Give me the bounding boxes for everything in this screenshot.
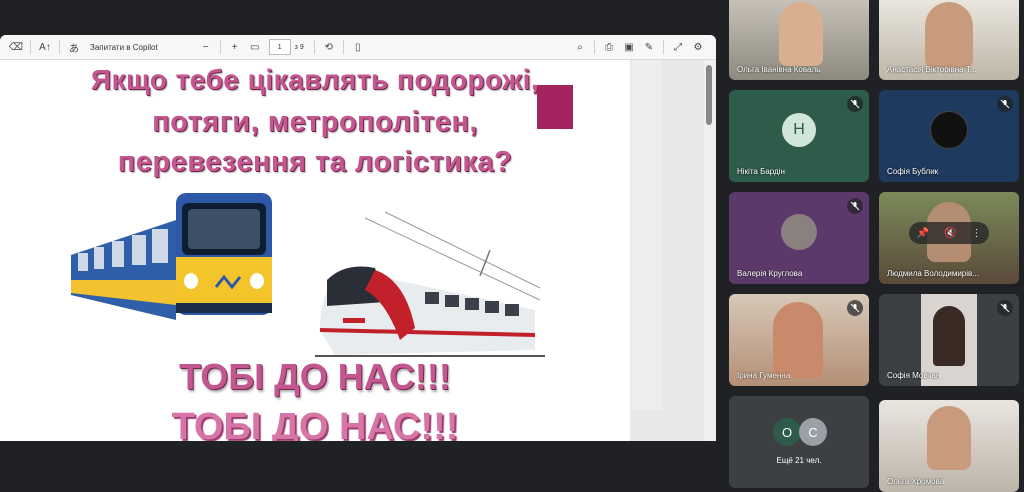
participant-name: Ольга Хромова [887,477,945,486]
toolbar-divider [30,40,31,54]
mic-off-icon [847,96,863,112]
translate-icon[interactable]: あ [64,37,84,57]
participant-tile[interactable]: Анастасія Вікторівна Т... [879,0,1019,80]
participant-name: Нікіта Бардін [737,167,785,176]
slide-headline-line2: потяги, метрополітен, [152,106,478,138]
participant-tile[interactable]: Софія Мовчан [879,294,1019,386]
read-aloud-icon[interactable]: A↑ [35,37,55,57]
rotate-icon[interactable]: ⟲ [319,37,339,57]
mute-icon[interactable]: 🔇 [944,228,956,239]
participant-name: Ірина Гуменна [737,371,791,380]
page-number-input[interactable]: 1 [268,39,291,55]
participant-video [779,2,823,66]
toolbar-divider [313,40,315,54]
settings-gear-icon[interactable]: ⚙ [688,37,708,57]
save-as-icon[interactable]: ✎ [639,37,659,57]
participant-name: Софія Бублик [887,167,939,176]
slide-callout: ТОБІ ДО НАС!!! [179,356,451,397]
participant-tile[interactable]: Ольга Хромова [879,400,1019,492]
participant-tile[interactable]: Ольга Іванівна Коваль [729,0,869,80]
pdf-page: Якщо тебе цікавлять подорожі, потяги, ме… [0,60,630,441]
participant-grid: Ольга Іванівна Коваль Анастасія Вікторів… [722,0,1024,492]
participant-tile[interactable]: Н Нікіта Бардін [729,90,869,182]
participant-tile[interactable]: Валерія Круглова [729,192,869,284]
participant-name: Ольга Іванівна Коваль [737,65,821,74]
slide-headline-line3: перевезення та логістика? [117,146,513,178]
participant-tile[interactable]: Софія Бублик [879,90,1019,182]
side-panel [632,60,662,410]
mic-off-icon [847,198,863,214]
pdf-viewer-window: ⌫ A↑ あ Запитати в Copilot − + ▭ 1 з 9 ⟲ … [0,35,716,441]
toolbar-divider [219,40,221,54]
toolbar-divider [342,40,344,54]
fit-page-icon[interactable]: ▭ [245,37,265,57]
mic-off-icon [847,300,863,316]
slide-headline-line1: Якщо тебе цікавлять подорожі, [90,64,540,95]
participant-video [773,302,823,378]
toolbar-divider [663,40,664,54]
more-participants-label: Ещё 21 чел. [776,456,822,465]
participant-avatar: О [773,418,801,446]
fullscreen-icon[interactable]: ⤢ [668,37,688,57]
participant-video [925,2,973,68]
print-icon[interactable]: ⎙ [599,37,619,57]
participant-name: Анастасія Вікторівна Т... [887,65,977,74]
participant-avatar [781,214,817,251]
participant-avatar: С [799,418,827,446]
page-view-icon[interactable]: ▯ [348,37,368,57]
participant-tile[interactable]: Ірина Гуменна [729,294,869,386]
scrollbar-thumb[interactable] [706,65,712,125]
participant-name: Людмила Володимирів... [887,269,979,278]
more-participants-tile[interactable]: О С Ещё 21 чел. [729,396,869,488]
participant-tile[interactable]: 📌 🔇 ⋮ Людмила Володимирів... [879,192,1019,284]
mic-off-icon [997,96,1013,112]
document-area: Якщо тебе цікавлять подорожі, потяги, ме… [0,60,716,441]
ask-copilot-button[interactable]: Запитати в Copilot [90,43,158,52]
participant-video [927,406,971,470]
page-total: з 9 [294,43,304,51]
tile-hover-controls: 📌 🔇 ⋮ [909,222,989,244]
metro-train-image [71,193,272,320]
pin-icon[interactable]: 📌 [917,228,929,239]
pdf-toolbar: ⌫ A↑ あ Запитати в Copilot − + ▭ 1 з 9 ⟲ … [0,35,716,60]
slide-callout-repeat: ТОБІ ДО НАС!!! [171,406,459,441]
zoom-in-icon[interactable]: + [225,37,245,57]
zoom-out-icon[interactable]: − [196,37,216,57]
intercity-train-image [315,211,545,357]
erase-icon[interactable]: ⌫ [6,37,26,57]
mic-off-icon [997,300,1013,316]
participant-name: Валерія Круглова [737,269,803,278]
more-options-icon[interactable]: ⋮ [971,228,981,239]
toolbar-divider [594,40,595,54]
participant-name: Софія Мовчан [887,371,941,380]
search-icon[interactable]: ⌕ [570,37,590,57]
toolbar-divider [59,40,60,54]
save-icon[interactable]: ▣ [619,37,639,57]
participant-avatar [930,111,968,150]
participant-avatar: Н [782,113,816,148]
